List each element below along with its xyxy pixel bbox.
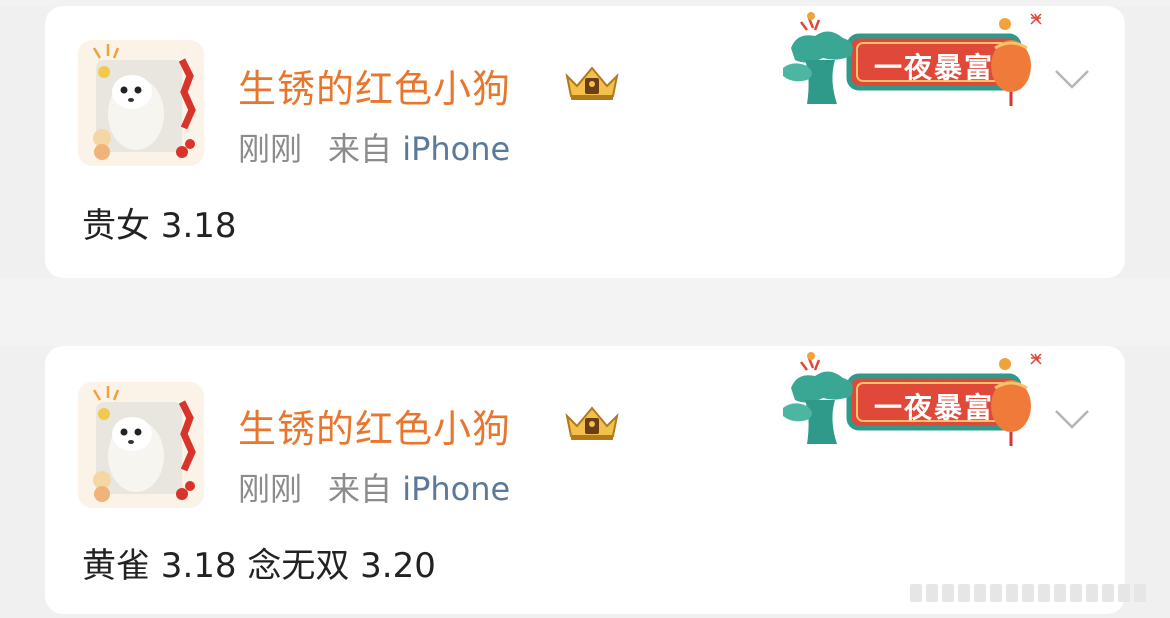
post-time: 刚刚 [238,130,303,168]
badge-label: 一夜暴富 [873,391,994,424]
source-prefix: 来自 [328,470,393,508]
chevron-down-icon[interactable] [1053,68,1091,90]
source-device[interactable]: iPhone [402,470,510,508]
chevron-down-icon[interactable] [1053,408,1091,430]
post-meta: 刚刚 来自 iPhone [238,464,510,510]
source-prefix: 来自 [328,130,393,168]
crown-vip-icon[interactable] [563,402,621,442]
source-device[interactable]: iPhone [402,130,510,168]
username[interactable]: 生锈的红色小狗 [238,58,511,113]
post-separator [0,278,1170,346]
post-meta: 刚刚 来自 iPhone [238,124,510,170]
post-card[interactable]: 生锈的红色小狗 刚刚 来自 iPhone 贵女 3.18 一夜暴富 [45,6,1125,278]
crown-vip-icon[interactable] [563,62,621,102]
username[interactable]: 生锈的红色小狗 [238,398,511,453]
ferret-avatar-icon[interactable] [78,40,204,166]
ferret-avatar-icon[interactable] [78,382,204,508]
post-card[interactable]: 生锈的红色小狗 刚刚 来自 iPhone 黄雀 3.18 念无双 3.20 一夜暴… [45,346,1125,614]
post-time: 刚刚 [238,470,303,508]
post-text: 黄雀 3.18 念无双 3.20 [82,546,436,586]
badge-label: 一夜暴富 [873,51,994,84]
post-text: 贵女 3.18 [82,206,237,246]
fortune-badge[interactable]: 一夜暴富 [777,348,1047,452]
watermark-mark [910,584,1146,602]
fortune-badge[interactable]: 一夜暴富 [777,8,1047,112]
